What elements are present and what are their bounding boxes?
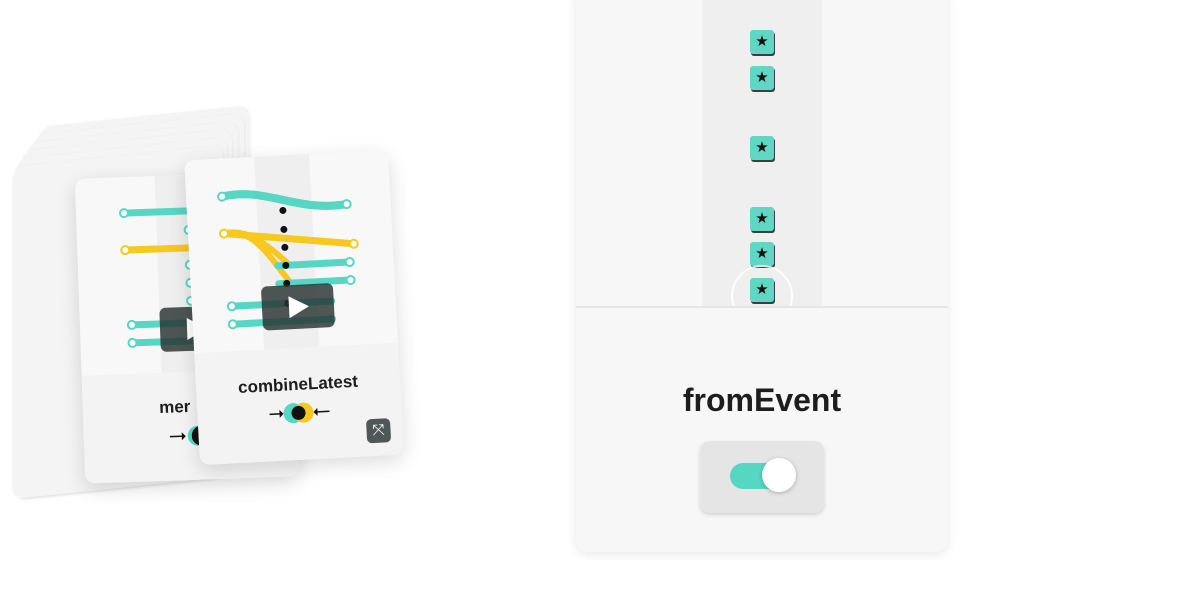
star-emission: ★ [750, 242, 774, 266]
expand-icon[interactable]: ⤧ [365, 418, 392, 444]
star-emission: ★ [750, 30, 774, 54]
combine-operator-icon [269, 402, 330, 424]
star-emission: ★ [750, 207, 774, 231]
play-button[interactable] [260, 282, 336, 331]
star-emission: ★ [750, 66, 774, 90]
toggle-knob[interactable] [762, 458, 796, 492]
combinelatest-card[interactable]: combineLatest ⤧ [184, 149, 404, 466]
event-toggle[interactable] [700, 441, 824, 513]
operator-title: fromEvent [682, 382, 842, 418]
fromevent-card: ★ ★ ★ ★ ★ ★ fromEvent [576, 0, 948, 552]
card-deck[interactable]: mer combineLatest ⤧ [0, 0, 560, 600]
star-emission: ★ [750, 136, 774, 160]
card-footer [576, 308, 948, 552]
